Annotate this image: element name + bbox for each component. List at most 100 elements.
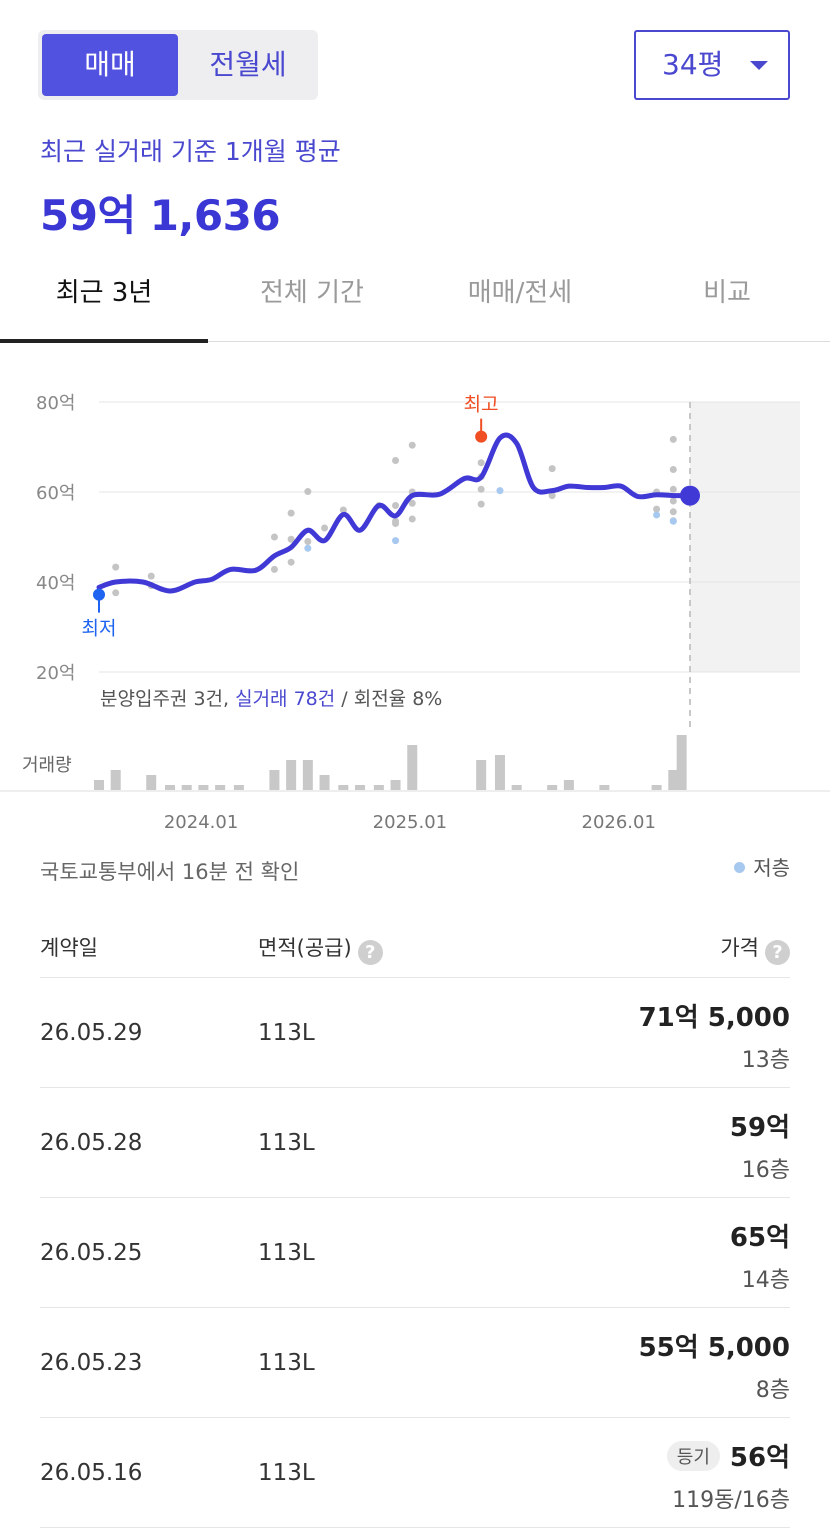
volume-label: 거래량 bbox=[22, 755, 72, 776]
volume-bar bbox=[407, 745, 418, 790]
volume-bar bbox=[651, 785, 662, 790]
presale-count: 분양입주권 3건, bbox=[100, 688, 235, 710]
low-floor-point bbox=[653, 511, 661, 519]
table-row[interactable]: 26.05.29 113L 71억 5,000 13층 bbox=[40, 978, 790, 1088]
transaction-point bbox=[287, 509, 295, 517]
transaction-point bbox=[392, 502, 400, 509]
volume-bar bbox=[146, 775, 157, 790]
transaction-point bbox=[477, 459, 485, 467]
active-tab-underline bbox=[0, 339, 208, 343]
row-area: 113L bbox=[258, 1020, 315, 1046]
transaction-list: 26.05.29 113L 71억 5,000 13층 26.05.28 113… bbox=[40, 978, 790, 1528]
transaction-point bbox=[392, 520, 400, 527]
low-floor-point bbox=[669, 517, 677, 525]
row-price: 55억 5,000 bbox=[638, 1333, 790, 1363]
row-floor: 13층 bbox=[741, 1048, 790, 1073]
volume-bar bbox=[373, 785, 384, 790]
help-icon[interactable]: ? bbox=[765, 940, 790, 965]
y-tick-label: 60억 bbox=[36, 483, 75, 504]
tab-recent-3y[interactable]: 최근 3년 bbox=[0, 262, 208, 342]
low-floor-point bbox=[392, 537, 400, 545]
table-row[interactable]: 26.05.16 113L 등기 56억 119동/16층 bbox=[40, 1418, 790, 1528]
volume-bar bbox=[165, 785, 176, 790]
tab-all-period[interactable]: 전체 기간 bbox=[208, 262, 416, 342]
volume-bar bbox=[494, 755, 505, 790]
forecast-region bbox=[690, 402, 800, 672]
source-note: 국토교통부에서 16분 전 확인 bbox=[40, 860, 300, 884]
transaction-point bbox=[270, 565, 278, 573]
header-date: 계약일 bbox=[40, 936, 98, 960]
row-date: 26.05.29 bbox=[40, 1020, 143, 1046]
transaction-point bbox=[112, 563, 120, 571]
row-floor: 119동/16층 bbox=[672, 1488, 790, 1513]
volume-bar bbox=[563, 780, 574, 790]
transaction-point bbox=[669, 435, 677, 443]
header-price-label: 가격 bbox=[720, 936, 759, 960]
row-price: 등기 56억 bbox=[666, 1437, 790, 1474]
volume-bar bbox=[286, 760, 297, 790]
row-date: 26.05.25 bbox=[40, 1240, 143, 1266]
volume-bar bbox=[355, 785, 366, 790]
row-price-value: 56억 bbox=[729, 1443, 790, 1473]
header-area-label: 면적(공급) bbox=[258, 936, 352, 960]
trade-type-toggle: 매매 전월세 bbox=[38, 30, 318, 100]
price-chart[interactable]: 80억 60억 40억 20억 최고최저분양입주권 3건, 실거래 78건 / 회전율 … bbox=[0, 360, 830, 840]
size-select-value: 34평 bbox=[662, 48, 724, 81]
row-price: 59억 bbox=[729, 1113, 790, 1143]
table-row[interactable]: 26.05.25 113L 65억 14층 bbox=[40, 1198, 790, 1308]
row-floor: 14층 bbox=[741, 1268, 790, 1293]
volume-bar bbox=[319, 775, 330, 790]
legend: 저층 bbox=[734, 852, 790, 881]
transaction-point bbox=[304, 538, 312, 545]
low-marker-label: 최저 bbox=[82, 618, 117, 640]
table-header: 계약일 면적(공급)? 가격? bbox=[40, 922, 790, 978]
volume-bar bbox=[302, 760, 313, 790]
sale-tab[interactable]: 매매 bbox=[42, 34, 178, 96]
x-tick-label: 2025.01 bbox=[373, 812, 447, 833]
rent-tab[interactable]: 전월세 bbox=[180, 34, 316, 96]
transaction-point bbox=[548, 465, 556, 473]
transaction-point bbox=[270, 533, 278, 541]
transaction-point bbox=[477, 485, 485, 493]
transaction-point bbox=[669, 466, 677, 473]
transaction-point bbox=[287, 558, 295, 566]
tab-compare[interactable]: 비교 bbox=[624, 262, 830, 342]
transaction-point bbox=[669, 497, 677, 505]
volume-bar bbox=[390, 780, 401, 790]
row-floor: 16층 bbox=[741, 1158, 790, 1183]
table-row[interactable]: 26.05.23 113L 55억 5,000 8층 bbox=[40, 1308, 790, 1418]
transaction-point bbox=[669, 485, 677, 493]
size-select[interactable]: 34평 bbox=[634, 30, 790, 100]
volume-bar bbox=[511, 785, 522, 790]
transaction-point bbox=[392, 457, 400, 464]
transaction-point bbox=[408, 441, 416, 449]
caret-down-icon bbox=[750, 61, 768, 70]
turnover-rate: / 회전율 8% bbox=[335, 688, 442, 710]
tab-sale-jeonse[interactable]: 매매/전세 bbox=[416, 262, 624, 342]
volume-bar bbox=[94, 780, 104, 790]
row-area: 113L bbox=[258, 1130, 315, 1156]
volume-bar bbox=[676, 735, 687, 790]
header-area: 면적(공급)? bbox=[258, 932, 383, 965]
row-floor: 8층 bbox=[755, 1378, 790, 1403]
high-marker-point bbox=[475, 430, 488, 443]
volume-bar bbox=[233, 785, 244, 790]
y-tick-label: 40억 bbox=[36, 573, 75, 594]
high-marker-label: 최고 bbox=[464, 394, 499, 416]
volume-bar bbox=[338, 785, 349, 790]
x-tick-label: 2024.01 bbox=[164, 812, 238, 833]
transaction-point bbox=[321, 524, 329, 532]
low-floor-point bbox=[304, 544, 312, 552]
row-area: 113L bbox=[258, 1240, 315, 1266]
low-floor-dot-icon bbox=[734, 862, 746, 873]
transaction-point bbox=[408, 515, 416, 523]
y-tick-label: 80억 bbox=[36, 393, 75, 414]
transaction-point bbox=[304, 488, 312, 496]
volume-bar bbox=[215, 785, 226, 790]
row-area: 113L bbox=[258, 1460, 315, 1486]
volume-bar bbox=[547, 785, 558, 790]
help-icon[interactable]: ? bbox=[357, 940, 383, 965]
period-tabs: 최근 3년 전체 기간 매매/전세 비교 bbox=[0, 262, 830, 343]
row-price: 71억 5,000 bbox=[638, 1003, 790, 1033]
table-row[interactable]: 26.05.28 113L 59억 16층 bbox=[40, 1088, 790, 1198]
